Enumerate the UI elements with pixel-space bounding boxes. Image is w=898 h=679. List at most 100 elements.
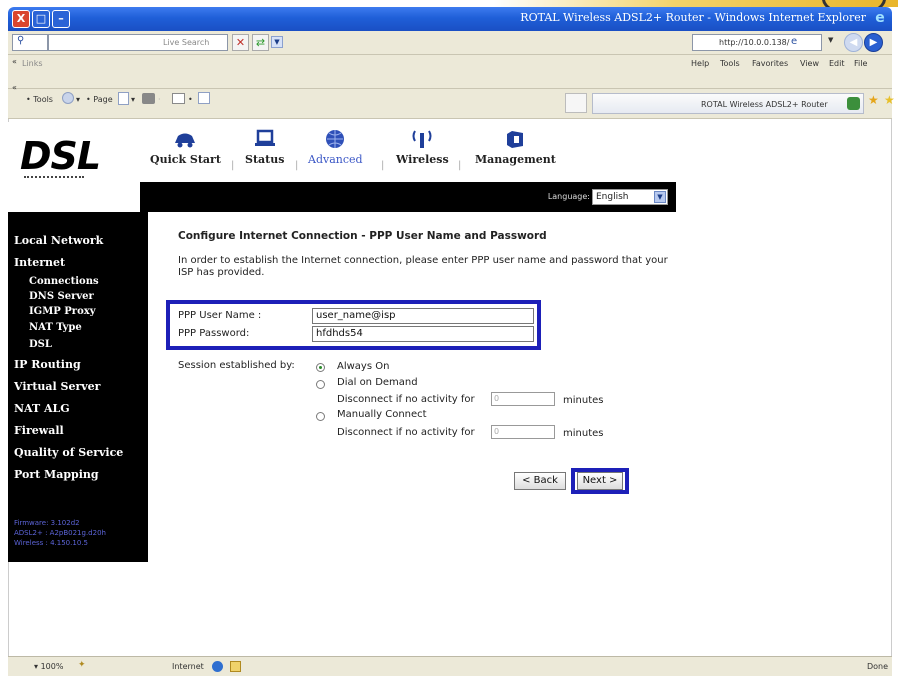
radio-manually-connect[interactable] <box>316 412 325 421</box>
minutes-label-2: minutes <box>563 428 604 439</box>
back-nav-icon[interactable]: ◀ <box>844 33 863 52</box>
minutes-label-1: minutes <box>563 395 604 406</box>
nav-advanced-label: Advanced <box>308 153 363 166</box>
command-bar: « • Tools ▾ • Page ▾ · • ROTAL Wireless … <box>8 83 895 119</box>
tools-menu[interactable]: • Tools <box>26 95 53 104</box>
address-history-arrow-icon[interactable]: ▼ <box>828 36 838 48</box>
zoom-control[interactable]: ▾ 100% <box>34 662 63 671</box>
sidebar-item-firewall[interactable]: Firewall <box>14 424 64 437</box>
ppp-username-value: user_name@isp <box>316 310 396 321</box>
language-label: Language: <box>547 192 590 201</box>
stop-icon[interactable]: ✕ <box>232 34 249 51</box>
window-maximize-button[interactable]: □ <box>32 10 50 28</box>
address-input[interactable]: http://10.0.0.138/ e <box>692 34 822 51</box>
nav-quick-start[interactable]: Quick Start <box>150 128 221 166</box>
manually-connect-label: Manually Connect <box>337 409 427 420</box>
disconnect-minutes-input-2[interactable]: 0 <box>491 425 555 439</box>
sidebar-item-nat-type[interactable]: NAT Type <box>29 322 82 333</box>
feeds-dropdown-icon[interactable]: • <box>188 95 193 104</box>
command-chevron-icon[interactable]: « <box>12 83 17 92</box>
nav-management[interactable]: Management <box>475 128 556 166</box>
sidebar-item-internet[interactable]: Internet <box>14 256 65 269</box>
top-decorative-band <box>0 0 898 7</box>
sidebar-item-nat-alg[interactable]: NAT ALG <box>14 402 70 415</box>
links-label[interactable]: Links <box>22 59 43 68</box>
sidebar-item-dns-server[interactable]: DNS Server <box>29 291 94 302</box>
browser-tab[interactable]: ROTAL Wireless ADSL2+ Router <box>592 93 864 114</box>
disconnect-minutes-value-1: 0 <box>494 394 500 403</box>
protected-mode-icon[interactable] <box>230 661 241 672</box>
menu-favorites[interactable]: Favorites <box>752 59 788 68</box>
internet-zone-globe-icon <box>212 661 223 672</box>
menu-help[interactable]: Help <box>691 59 709 68</box>
nav-separator: | <box>458 160 462 171</box>
back-button[interactable]: < Back <box>514 472 566 490</box>
sidebar-item-dsl[interactable]: DSL <box>29 339 52 350</box>
nav-status[interactable]: Status <box>245 128 284 166</box>
disconnect-label-2: Disconnect if no activity for <box>337 427 475 438</box>
disconnect-minutes-value-2: 0 <box>494 427 500 436</box>
menu-view[interactable]: View <box>800 59 819 68</box>
ppp-password-input[interactable]: hfdhds54 <box>312 326 534 342</box>
window-close-button[interactable]: X <box>12 10 30 28</box>
nav-wireless[interactable]: Wireless <box>396 128 449 166</box>
tools-gear-icon[interactable] <box>62 92 74 104</box>
sidebar-item-local-network[interactable]: Local Network <box>14 234 103 247</box>
sidebar-item-port-mapping[interactable]: Port Mapping <box>14 468 99 481</box>
radio-always-on[interactable] <box>316 363 325 372</box>
radio-dial-on-demand[interactable] <box>316 380 325 389</box>
quick-tabs-button[interactable] <box>565 93 587 113</box>
page-menu[interactable]: • Page <box>86 95 113 104</box>
links-chevron-icon[interactable]: « <box>12 57 17 66</box>
search-provider-dropdown[interactable]: ⚲ <box>12 34 48 51</box>
ppp-password-value: hfdhds54 <box>316 328 363 339</box>
car-icon <box>175 133 196 148</box>
address-dropdown-arrow-icon[interactable]: ▼ <box>271 36 283 48</box>
tools-label: Tools <box>33 95 53 104</box>
add-favorites-icon[interactable]: ★ <box>868 93 879 107</box>
ie-logo-icon: e <box>875 10 885 26</box>
sidebar-item-igmp-proxy[interactable]: IGMP Proxy <box>29 306 96 317</box>
laptop-icon <box>254 129 275 146</box>
language-bar: Language: English ▼ <box>140 182 676 212</box>
search-input[interactable]: Live Search <box>48 34 228 51</box>
session-label: Session established by: <box>178 360 295 371</box>
forward-nav-icon[interactable]: ▶ <box>864 33 883 52</box>
ppp-username-input[interactable]: user_name@isp <box>312 308 534 324</box>
credentials-highlight-box: PPP User Name : user_name@isp PPP Passwo… <box>166 300 541 350</box>
zoom-icon: ✦ <box>78 660 86 670</box>
logo-wave-graphic <box>24 176 84 182</box>
nav-advanced[interactable]: Advanced <box>308 128 363 166</box>
sidebar-item-connections[interactable]: Connections <box>29 276 99 287</box>
nav-separator: | <box>231 160 235 171</box>
dsl-logo: DSL <box>20 134 101 178</box>
page-dropdown-icon[interactable]: ▾ <box>131 95 135 104</box>
language-select[interactable]: English ▼ <box>592 189 668 205</box>
sidebar-item-quality-of-service[interactable]: Quality of Service <box>14 446 123 459</box>
nav-separator: | <box>295 160 299 171</box>
refresh-icon[interactable]: ⇄ <box>252 34 269 51</box>
window-minimize-button[interactable]: – <box>52 10 70 28</box>
zoom-level: 100% <box>40 662 64 671</box>
print-icon[interactable] <box>142 93 155 104</box>
favorites-star-icon[interactable]: ★ <box>884 93 895 107</box>
window-title: ROTAL Wireless ADSL2+ Router - Windows I… <box>520 11 866 24</box>
menu-file[interactable]: File <box>854 59 867 68</box>
menu-edit[interactable]: Edit <box>829 59 845 68</box>
page-doc-icon[interactable] <box>118 92 129 105</box>
dial-on-demand-label: Dial on Demand <box>337 377 418 388</box>
tools-dropdown-icon[interactable]: ▾ <box>76 95 80 104</box>
feeds-icon[interactable] <box>172 93 185 104</box>
globe-icon <box>326 130 345 148</box>
disconnect-minutes-input-1[interactable]: 0 <box>491 392 555 406</box>
menu-tools[interactable]: Tools <box>720 59 740 68</box>
page-title: Configure Internet Connection - PPP User… <box>178 230 547 242</box>
address-search-bar: ⚲ Live Search ✕ ⇄ ▼ http://10.0.0.138/ e… <box>8 31 892 55</box>
home-icon[interactable] <box>198 92 210 104</box>
address-url: http://10.0.0.138/ <box>719 38 790 47</box>
browser-tab-title: ROTAL Wireless ADSL2+ Router <box>701 100 828 109</box>
adsl-version: ADSL2+ : A2pB021g.d20h <box>14 529 106 537</box>
sidebar-item-virtual-server[interactable]: Virtual Server <box>14 380 100 393</box>
sidebar-item-ip-routing[interactable]: IP Routing <box>14 358 81 371</box>
next-button[interactable]: Next > <box>577 472 623 490</box>
